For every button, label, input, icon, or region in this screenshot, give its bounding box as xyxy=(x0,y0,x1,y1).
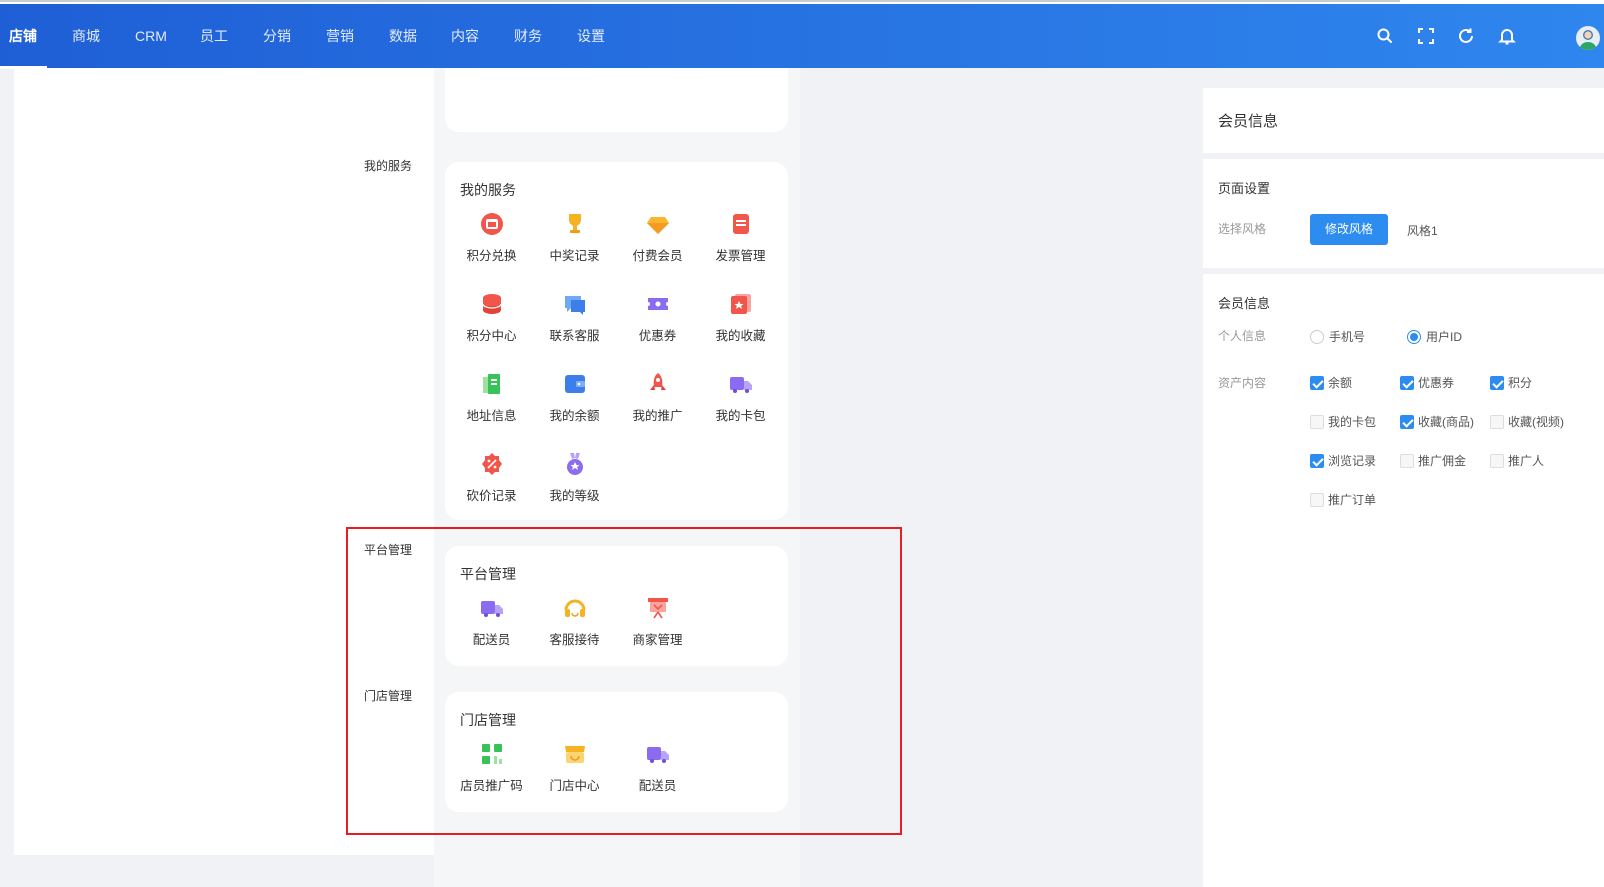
my-services-title: 我的服务 xyxy=(460,182,516,198)
radio-user-id-indicator xyxy=(1407,329,1421,344)
highlight-box xyxy=(346,527,902,835)
service-address[interactable]: 地址信息 xyxy=(450,372,533,424)
nav-item-staff[interactable]: 员工 xyxy=(200,4,228,68)
nav-item-settings[interactable]: 设置 xyxy=(577,4,605,68)
nav-item-distribution[interactable]: 分销 xyxy=(263,4,291,68)
coins-stack-icon xyxy=(480,292,504,316)
fullscreen-icon[interactable] xyxy=(1416,26,1436,46)
service-points-center[interactable]: 积分中心 xyxy=(450,292,533,344)
style-value: 风格1 xyxy=(1407,224,1438,238)
top-navbar: 店铺 商城 CRM 员工 分销 营销 数据 内容 财务 设置 xyxy=(0,4,1604,69)
my-services-card[interactable]: 我的服务 积分兑换 中奖记录 付费会员 发票管理 积分中心 联系客服 优惠券 我… xyxy=(445,162,788,520)
checkbox-points[interactable]: 积分 xyxy=(1490,374,1532,391)
personal-info-label: 个人信息 xyxy=(1218,329,1267,343)
partial-card xyxy=(445,68,788,132)
trophy-icon xyxy=(563,212,587,236)
checkbox-browse-history[interactable]: 浏览记录 xyxy=(1310,452,1376,469)
right-panel-header: 会员信息 xyxy=(1203,88,1604,153)
nav-item-store[interactable]: 店铺 xyxy=(9,4,37,68)
favorite-icon xyxy=(729,292,753,316)
service-my-level[interactable]: 我的等级 xyxy=(533,452,616,504)
radio-phone-indicator xyxy=(1310,329,1324,344)
nav-item-marketing[interactable]: 营销 xyxy=(326,4,354,68)
invoice-icon xyxy=(729,212,753,236)
right-panel-title: 会员信息 xyxy=(1218,113,1279,130)
nav-item-content[interactable]: 内容 xyxy=(451,4,479,68)
chat-icon xyxy=(563,292,587,316)
asset-content-label: 资产内容 xyxy=(1218,376,1267,390)
nav-item-mall[interactable]: 商城 xyxy=(72,4,100,68)
service-lottery-records[interactable]: 中奖记录 xyxy=(533,212,616,264)
nav-item-data[interactable]: 数据 xyxy=(389,4,417,68)
service-card-wallet[interactable]: 我的卡包 xyxy=(699,372,782,424)
search-icon[interactable] xyxy=(1375,26,1395,46)
refresh-icon[interactable] xyxy=(1456,26,1476,46)
service-contact-support[interactable]: 联系客服 xyxy=(533,292,616,344)
service-coupons[interactable]: 优惠券 xyxy=(616,292,699,344)
service-points-exchange[interactable]: 积分兑换 xyxy=(450,212,533,264)
service-bargain-records[interactable]: 砍价记录 xyxy=(450,452,533,504)
service-favorites[interactable]: 我的收藏 xyxy=(699,292,782,344)
service-promotion[interactable]: 我的推广 xyxy=(616,372,699,424)
service-paid-member[interactable]: 付费会员 xyxy=(616,212,699,264)
avatar[interactable] xyxy=(1576,26,1600,50)
checkbox-promoter[interactable]: 推广人 xyxy=(1490,452,1544,469)
side-tag-my-services[interactable]: 我的服务 xyxy=(353,150,429,182)
modify-style-button[interactable]: 修改风格 xyxy=(1310,214,1388,245)
member-info-section: 会员信息 个人信息 手机号 用户ID 资产内容 余额 优惠券 积分 我的卡包 收… xyxy=(1203,274,1604,887)
checkbox-favorites-goods[interactable]: 收藏(商品) xyxy=(1400,413,1474,430)
checkbox-balance[interactable]: 余额 xyxy=(1310,374,1352,391)
diamond-icon xyxy=(646,212,670,236)
rocket-icon xyxy=(646,372,670,396)
service-balance[interactable]: 我的余额 xyxy=(533,372,616,424)
radio-user-id[interactable]: 用户ID xyxy=(1407,328,1462,345)
medal-icon xyxy=(563,452,587,476)
nav-item-finance[interactable]: 财务 xyxy=(514,4,542,68)
radio-phone[interactable]: 手机号 xyxy=(1310,328,1365,345)
bell-icon[interactable] xyxy=(1497,26,1517,46)
wallet-icon xyxy=(563,372,587,396)
checkbox-favorites-video[interactable]: 收藏(视频) xyxy=(1490,413,1564,430)
discount-icon xyxy=(480,452,504,476)
service-invoice-management[interactable]: 发票管理 xyxy=(699,212,782,264)
points-exchange-icon xyxy=(480,212,504,236)
address-book-icon xyxy=(480,372,504,396)
checkbox-promo-commission[interactable]: 推广佣金 xyxy=(1400,452,1466,469)
checkbox-card-wallet[interactable]: 我的卡包 xyxy=(1310,413,1376,430)
coupon-icon xyxy=(646,292,670,316)
page-settings-section: 页面设置 选择风格 修改风格 风格1 xyxy=(1203,159,1604,268)
member-info-title: 会员信息 xyxy=(1218,296,1271,311)
nav-item-crm[interactable]: CRM xyxy=(135,4,167,68)
page-settings-title: 页面设置 xyxy=(1218,181,1271,196)
checkbox-coupons[interactable]: 优惠券 xyxy=(1400,374,1454,391)
style-label: 选择风格 xyxy=(1218,222,1267,236)
truck-icon xyxy=(729,372,753,396)
checkbox-promo-orders[interactable]: 推广订单 xyxy=(1310,491,1376,508)
